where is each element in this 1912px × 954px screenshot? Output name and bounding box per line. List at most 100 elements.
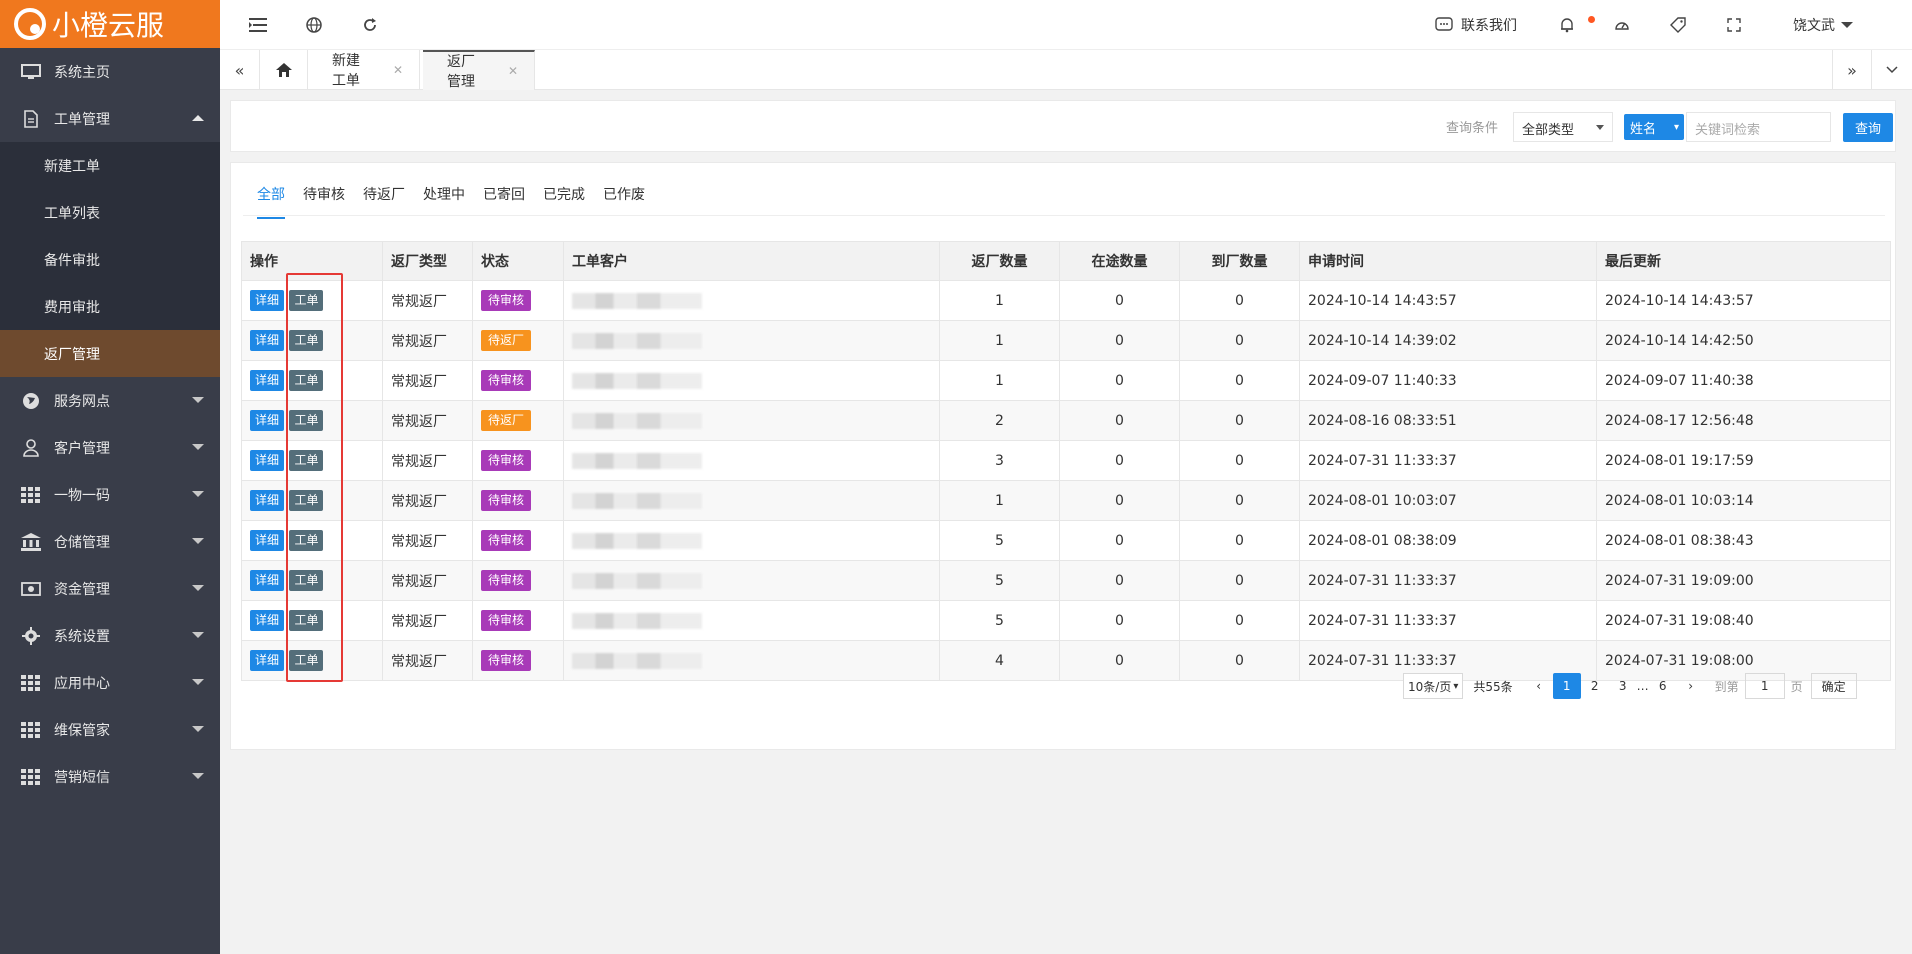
tabs-menu-chevron-icon[interactable] bbox=[1872, 50, 1912, 90]
home-icon[interactable] bbox=[260, 50, 308, 90]
close-icon[interactable]: ✕ bbox=[508, 64, 518, 78]
sidebar-item-7[interactable]: 系统设置 bbox=[0, 612, 220, 659]
globe-icon[interactable] bbox=[304, 15, 324, 35]
work-order-button[interactable]: 工单 bbox=[289, 290, 324, 311]
tabs-scroll-right-icon[interactable]: » bbox=[1832, 50, 1872, 90]
filter-tab[interactable]: 待审核 bbox=[303, 185, 345, 219]
filter-tab[interactable]: 全部 bbox=[257, 185, 285, 219]
applied-time-cell: 2024-07-31 11:33:37 bbox=[1299, 600, 1597, 641]
tabs-scroll-left-icon[interactable]: « bbox=[220, 50, 260, 90]
arrived-qty-cell: 0 bbox=[1179, 640, 1300, 681]
work-order-button[interactable]: 工单 bbox=[289, 490, 324, 511]
sidebar-item-9[interactable]: 维保管家 bbox=[0, 706, 220, 753]
sidebar-item-5[interactable]: 仓储管理 bbox=[0, 518, 220, 565]
sidebar-item-1[interactable]: 工单管理 bbox=[0, 95, 220, 142]
customer-cell bbox=[563, 280, 940, 321]
filter-tab[interactable]: 处理中 bbox=[423, 185, 465, 219]
transit-qty-cell: 0 bbox=[1059, 520, 1180, 561]
customer-cell bbox=[563, 320, 940, 361]
work-order-button[interactable]: 工单 bbox=[289, 330, 324, 351]
tab-return-management[interactable]: 返厂管理 ✕ bbox=[423, 50, 535, 90]
sidebar-item-8[interactable]: 应用中心 bbox=[0, 659, 220, 706]
sidebar-item-4[interactable]: 一物一码 bbox=[0, 471, 220, 518]
status-cell: 待返厂 bbox=[472, 320, 564, 361]
bell-icon[interactable] bbox=[1557, 15, 1577, 35]
brand-logo[interactable]: 小橙云服 bbox=[0, 0, 220, 48]
goto-page-input[interactable]: 1 bbox=[1744, 673, 1785, 699]
work-order-button[interactable]: 工单 bbox=[289, 530, 324, 551]
customer-cell bbox=[563, 480, 940, 521]
sidebar-item-10[interactable]: 营销短信 bbox=[0, 753, 220, 800]
chevron-down-icon: ▾ bbox=[1673, 122, 1679, 133]
sidebar-subitem[interactable]: 备件审批 bbox=[0, 236, 220, 283]
close-icon[interactable]: ✕ bbox=[393, 63, 403, 77]
page-number[interactable]: 2 bbox=[1581, 673, 1609, 699]
page-number[interactable]: 6 bbox=[1649, 673, 1677, 699]
detail-button[interactable]: 详细 bbox=[250, 490, 285, 511]
fullscreen-icon[interactable] bbox=[1724, 15, 1744, 35]
work-order-button[interactable]: 工单 bbox=[289, 570, 324, 591]
sidebar-subitem[interactable]: 返厂管理 bbox=[0, 330, 220, 377]
updated-time-cell: 2024-10-14 14:42:50 bbox=[1596, 320, 1891, 361]
contact-us[interactable]: 联系我们 bbox=[1435, 0, 1517, 50]
sidebar-item-6[interactable]: 资金管理 bbox=[0, 565, 220, 612]
detail-button[interactable]: 详细 bbox=[250, 330, 285, 351]
arrived-qty-cell: 0 bbox=[1179, 400, 1300, 441]
sidebar-subitem[interactable]: 费用审批 bbox=[0, 283, 220, 330]
status-cell: 待返厂 bbox=[472, 400, 564, 441]
detail-button[interactable]: 详细 bbox=[250, 410, 285, 431]
status-cell: 待审核 bbox=[472, 440, 564, 481]
keyword-input[interactable]: 关键词检索 bbox=[1686, 112, 1831, 142]
page-number[interactable]: 3 bbox=[1609, 673, 1637, 699]
menu-toggle-icon[interactable] bbox=[248, 15, 268, 35]
filter-tab[interactable]: 已寄回 bbox=[483, 185, 525, 219]
work-order-button[interactable]: 工单 bbox=[289, 370, 324, 391]
user-menu[interactable]: 饶文武 bbox=[1793, 0, 1853, 50]
applied-time-cell: 2024-10-14 14:39:02 bbox=[1299, 320, 1597, 361]
prev-page-icon[interactable]: ‹ bbox=[1525, 673, 1553, 699]
sidebar-item-2[interactable]: 服务网点 bbox=[0, 377, 220, 424]
next-page-icon[interactable]: › bbox=[1677, 673, 1705, 699]
detail-button[interactable]: 详细 bbox=[250, 450, 285, 471]
goto-confirm-button[interactable]: 确定 bbox=[1810, 673, 1857, 699]
work-order-button[interactable]: 工单 bbox=[289, 410, 324, 431]
detail-button[interactable]: 详细 bbox=[250, 650, 285, 671]
work-order-button[interactable]: 工单 bbox=[289, 450, 324, 471]
user-icon bbox=[20, 438, 42, 457]
type-select[interactable]: 全部类型 bbox=[1513, 112, 1613, 142]
query-button[interactable]: 查询 bbox=[1843, 113, 1893, 142]
detail-button[interactable]: 详细 bbox=[250, 530, 285, 551]
chevron-down-icon bbox=[1841, 22, 1853, 28]
customer-cell bbox=[563, 360, 940, 401]
sidebar-subitem[interactable]: 工单列表 bbox=[0, 189, 220, 236]
detail-button[interactable]: 详细 bbox=[250, 610, 285, 631]
page-size-select[interactable]: 10条/页 ▾ bbox=[1403, 673, 1464, 699]
filter-tab[interactable]: 已作废 bbox=[603, 185, 645, 219]
sidebar-item-0[interactable]: 系统主页 bbox=[0, 48, 220, 95]
field-select-value: 姓名 bbox=[1630, 122, 1657, 137]
filter-tab[interactable]: 已完成 bbox=[543, 185, 585, 219]
total-count: 共55条 bbox=[1473, 679, 1513, 694]
table-row: 详细 工单 常规返厂 待返厂 2 0 0 2024-08-16 08:33:51 2024-0… bbox=[241, 400, 1891, 441]
return-type-cell: 常规返厂 bbox=[382, 320, 473, 361]
actions-cell: 详细 工单 bbox=[241, 600, 383, 641]
field-select[interactable]: 姓名 ▾ bbox=[1624, 114, 1684, 140]
actions-cell: 详细 工单 bbox=[241, 560, 383, 601]
work-order-button[interactable]: 工单 bbox=[289, 650, 324, 671]
work-order-button[interactable]: 工单 bbox=[289, 610, 324, 631]
page-ellipsis: … bbox=[1636, 679, 1649, 693]
filter-tab[interactable]: 待返厂 bbox=[363, 185, 405, 219]
tag-icon[interactable] bbox=[1668, 15, 1688, 35]
page-number[interactable]: 1 bbox=[1552, 673, 1581, 699]
tab-new-order[interactable]: 新建工单 ✕ bbox=[308, 50, 420, 90]
detail-button[interactable]: 详细 bbox=[250, 570, 285, 591]
transit-qty-cell: 0 bbox=[1059, 600, 1180, 641]
detail-button[interactable]: 详细 bbox=[250, 290, 285, 311]
user-name: 饶文武 bbox=[1793, 18, 1835, 34]
sidebar-item-3[interactable]: 客户管理 bbox=[0, 424, 220, 471]
theme-icon[interactable] bbox=[1612, 15, 1632, 35]
arrived-qty-cell: 0 bbox=[1179, 360, 1300, 401]
detail-button[interactable]: 详细 bbox=[250, 370, 285, 391]
sidebar-subitem[interactable]: 新建工单 bbox=[0, 142, 220, 189]
refresh-icon[interactable] bbox=[360, 15, 380, 35]
